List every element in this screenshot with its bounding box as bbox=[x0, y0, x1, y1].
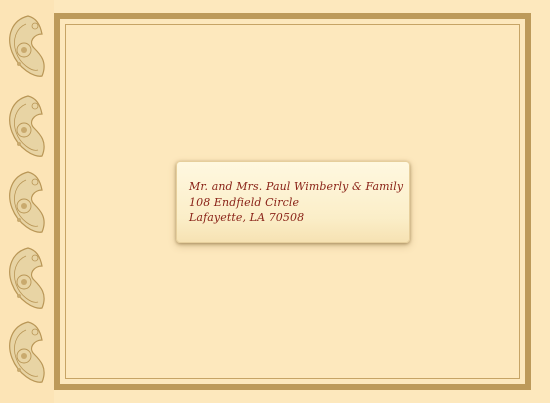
paisley-icon bbox=[9, 15, 45, 77]
city-state-zip: Lafayette, LA 70508 bbox=[189, 211, 305, 224]
address-label: Mr. and Mrs. Paul Wimberly & Family 108 … bbox=[176, 161, 410, 243]
paisley-icon bbox=[9, 171, 45, 233]
street-address: 108 Endfield Circle bbox=[189, 195, 300, 209]
paisley-icon bbox=[9, 247, 45, 309]
paisley-border bbox=[0, 0, 54, 403]
paisley-icon bbox=[9, 321, 45, 383]
paisley-icon bbox=[9, 95, 45, 157]
recipient-name: Mr. and Mrs. Paul Wimberly & Family bbox=[189, 180, 404, 193]
